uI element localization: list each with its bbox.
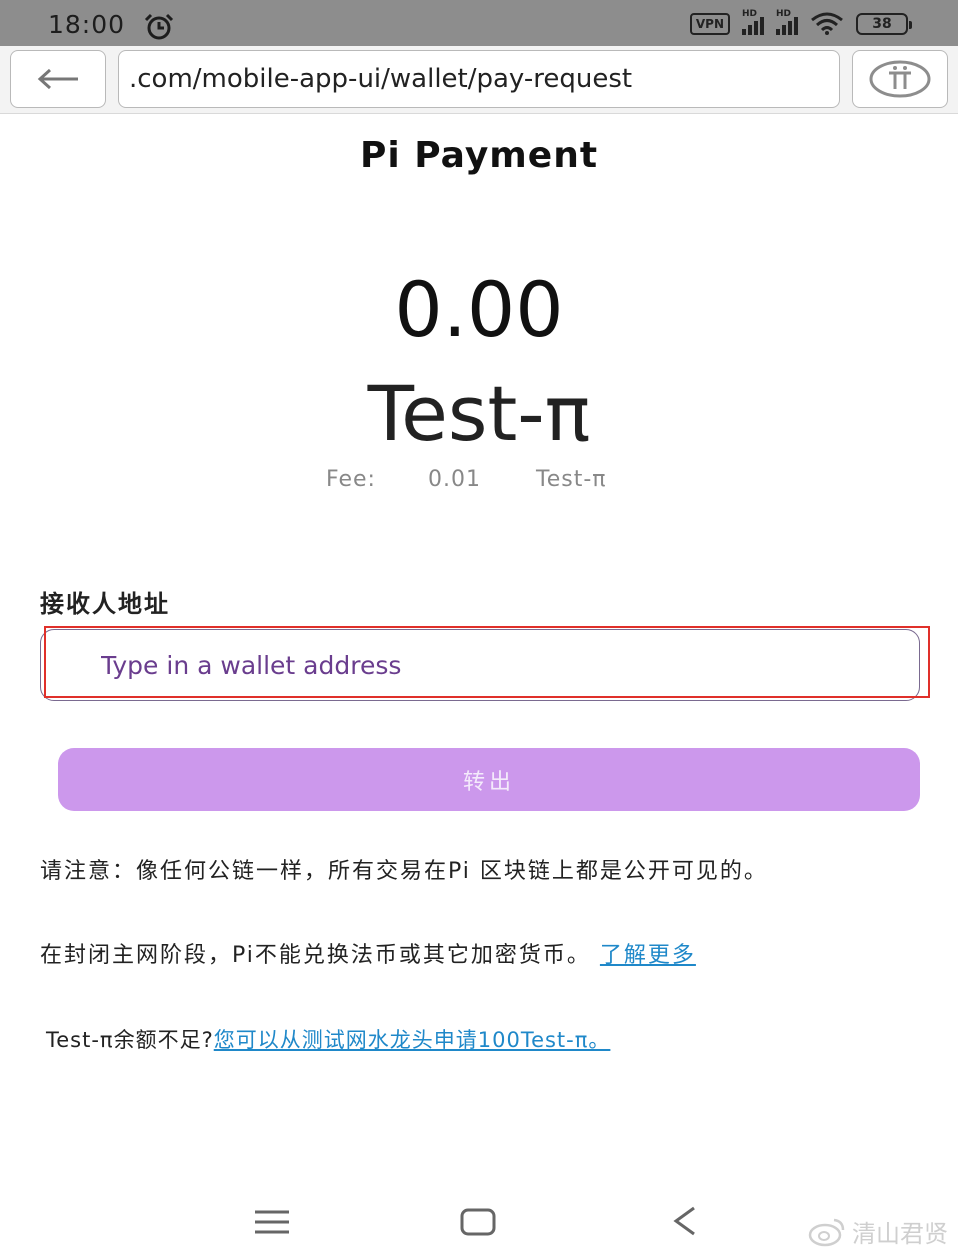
browser-toolbar: .com/mobile-app-ui/wallet/pay-request — [0, 46, 958, 114]
faucet-link[interactable]: 您可以从测试网水龙头申请100Test-π。 — [214, 1028, 611, 1052]
recipient-address-label: 接收人地址 — [40, 590, 170, 618]
pi-browser-button[interactable] — [852, 50, 948, 108]
signal-strength-icon: HD — [742, 9, 764, 35]
watermark-text: 清山君贤 — [852, 1220, 948, 1248]
payment-currency: Test-π — [367, 369, 591, 458]
insufficient-balance-text: Test-π余额不足? — [46, 1028, 214, 1052]
wifi-icon — [811, 12, 843, 35]
back-button[interactable] — [10, 50, 106, 108]
home-icon[interactable] — [460, 1208, 496, 1236]
fee-label: Fee: — [326, 467, 376, 492]
signal-strength-icon: HD — [776, 9, 798, 35]
url-field[interactable]: .com/mobile-app-ui/wallet/pay-request — [118, 50, 840, 108]
pi-logo-icon — [869, 60, 931, 98]
status-time: 18:00 — [48, 10, 126, 39]
weibo-icon — [808, 1218, 845, 1246]
payment-amount: 0.00 — [394, 265, 564, 354]
back-chevron-icon[interactable] — [672, 1206, 698, 1236]
wallet-address-input[interactable] — [40, 629, 920, 701]
status-indicators: VPN HD HD 38 — [689, 9, 912, 36]
mainnet-notice-text: 在封闭主网阶段，Pi不能兑换法币或其它加密货币。 — [40, 943, 591, 968]
alarm-icon — [144, 13, 174, 40]
transfer-button[interactable]: 转出 — [58, 748, 920, 811]
page-title: Pi Payment — [359, 135, 599, 176]
menu-icon[interactable] — [254, 1210, 290, 1234]
public-ledger-notice: 请注意：像任何公链一样，所有交易在Pi 区块链上都是公开可见的。 — [40, 859, 768, 884]
signal-type-label: HD — [776, 9, 792, 19]
learn-more-link[interactable]: 了解更多 — [600, 943, 696, 968]
back-arrow-icon — [37, 68, 78, 90]
signal-type-label: HD — [742, 9, 758, 19]
faucet-notice: Test-π余额不足?您可以从测试网水龙头申请100Test-π。 — [46, 1024, 610, 1056]
vpn-badge: VPN — [689, 13, 730, 35]
fee-currency: Test-π — [536, 467, 607, 492]
mainnet-notice: 在封闭主网阶段，Pi不能兑换法币或其它加密货币。 了解更多 — [40, 940, 910, 972]
status-bar: 18:00 VPN HD HD 38 — [0, 0, 958, 46]
watermark: 清山君贤 — [808, 1214, 948, 1249]
fee-value: 0.01 — [428, 467, 481, 492]
battery-indicator: 38 — [856, 13, 912, 35]
fee-row: Fee: 0.01 Test-π — [326, 467, 607, 492]
